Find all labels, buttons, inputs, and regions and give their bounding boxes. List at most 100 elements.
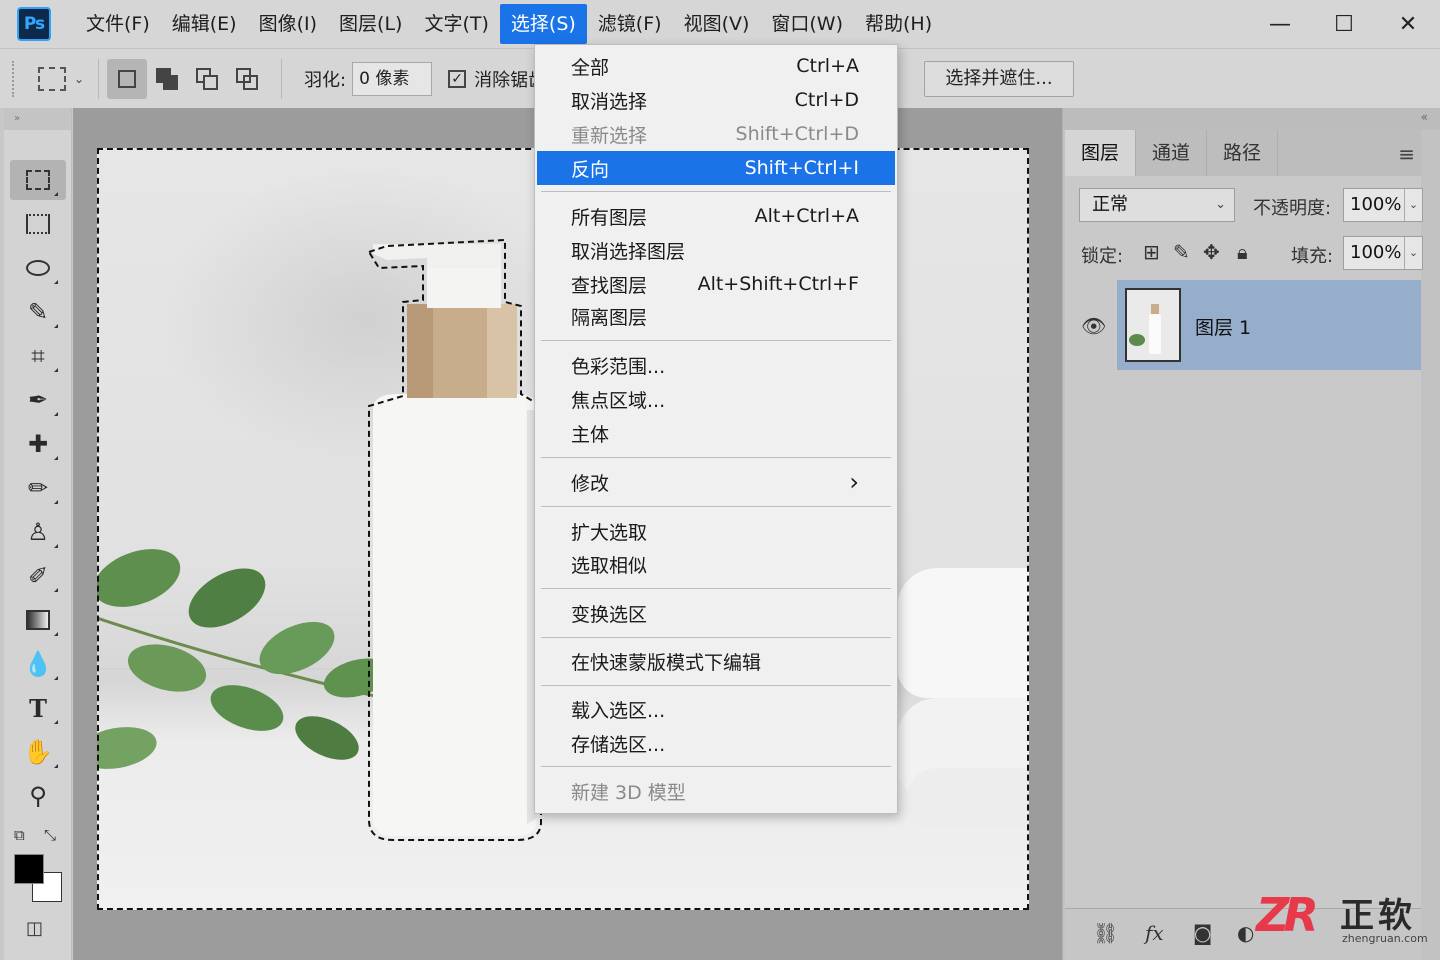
menu-grow[interactable]: 扩大选取 (537, 514, 895, 548)
history-brush-icon[interactable]: ✐ (10, 556, 66, 596)
chevron-down-icon[interactable]: ⌄ (74, 72, 84, 86)
panel-menu-icon[interactable]: ≡ (1398, 142, 1415, 166)
menu-image[interactable]: 图像(I) (248, 4, 328, 44)
brush-icon[interactable]: ✏ (10, 468, 66, 508)
menu-color-range[interactable]: 色彩范围... (537, 348, 895, 382)
quick-mask-icon[interactable]: ◫ (26, 918, 43, 939)
menu-file[interactable]: 文件(F) (75, 4, 161, 44)
default-colors-icon[interactable]: ⧉ (14, 826, 25, 844)
layer-name[interactable]: 图层 1 (1195, 313, 1251, 340)
menu-deselect[interactable]: 取消选择 Ctrl+D (537, 83, 895, 117)
menu-all[interactable]: 全部 Ctrl+A (537, 49, 895, 83)
lock-transparent-pixels-icon[interactable]: ⊞ (1143, 240, 1160, 264)
blend-mode-value: 正常 (1092, 194, 1128, 215)
divider (98, 58, 100, 99)
fill-value: 100% (1350, 242, 1402, 263)
menu-separator (541, 340, 891, 341)
swap-colors-icon[interactable]: ⤡ (44, 826, 56, 844)
menu-window[interactable]: 窗口(W) (760, 4, 854, 44)
menu-view[interactable]: 视图(V) (673, 4, 761, 44)
menu-transform-selection[interactable]: 变换选区 (537, 596, 895, 630)
gradient-icon[interactable] (10, 600, 66, 640)
healing-brush-icon[interactable]: ✚ (10, 424, 66, 464)
lock-image-pixels-icon[interactable]: ✎ (1173, 240, 1190, 264)
menu-edit[interactable]: 编辑(E) (161, 4, 248, 44)
menu-find-layers[interactable]: 查找图层 Alt+Shift+Ctrl+F (537, 267, 895, 301)
new-selection-button[interactable] (107, 58, 148, 99)
minimize-button[interactable]: — (1248, 0, 1312, 48)
menu-save-selection[interactable]: 存储选区... (537, 726, 895, 760)
divider (281, 58, 283, 99)
menu-similar[interactable]: 选取相似 (537, 547, 895, 581)
menu-filter[interactable]: 滤镜(F) (587, 4, 673, 44)
menu-select[interactable]: 选择(S) (499, 4, 587, 44)
layer-selected-background[interactable]: 图层 1 (1117, 280, 1421, 370)
artboard-icon[interactable] (10, 204, 66, 244)
crop-icon[interactable]: ⌗ (10, 336, 66, 376)
tools-panel: » ✎ ⌗ ✒ ✚ ✏ ♙ ✐ 💧 T ✋ ⚲ ⧉ ⤡ ◫ (4, 108, 72, 960)
menu-layer[interactable]: 图层(L) (328, 4, 413, 44)
fx-icon[interactable]: fx (1145, 921, 1164, 945)
watermark-name: 正软 (1340, 896, 1416, 936)
app-logo[interactable]: Ps (17, 7, 51, 41)
tab-paths[interactable]: 路径 (1207, 130, 1279, 176)
link-layers-icon[interactable]: ⛓︎ (1093, 921, 1118, 945)
menu-quick-mask[interactable]: 在快速蒙版模式下编辑 (537, 644, 895, 678)
adjustment-layer-icon[interactable]: ◐ (1237, 921, 1254, 945)
menu-inverse[interactable]: 反向 Shift+Ctrl+I (537, 151, 895, 185)
tab-channels[interactable]: 通道 (1136, 130, 1208, 176)
watermark-logo: ZR 正软 zhengruan.com (1256, 888, 1440, 948)
menu-deselect-layers[interactable]: 取消选择图层 (537, 233, 895, 267)
toolbar-collapse-icon[interactable]: » (4, 108, 71, 130)
add-mask-icon[interactable]: ◙ (1193, 921, 1212, 945)
watermark-zr: ZR (1256, 888, 1319, 942)
hand-icon[interactable]: ✋ (10, 732, 66, 772)
menu-focus-area[interactable]: 焦点区域... (537, 382, 895, 416)
menu-modify[interactable]: 修改 › (537, 465, 895, 499)
rectangular-marquee-icon[interactable] (10, 160, 66, 200)
feather-input[interactable]: 0 像素 (352, 61, 433, 96)
lock-all-icon[interactable]: 🔒︎ (1237, 240, 1248, 264)
subtract-from-selection-button[interactable] (187, 59, 227, 99)
select-and-mask-button[interactable]: 选择并遮住... (924, 61, 1074, 97)
maximize-button[interactable]: ☐ (1312, 0, 1376, 48)
quick-selection-icon[interactable]: ✎ (10, 292, 66, 332)
type-icon[interactable]: T (10, 688, 66, 728)
antialias-checkbox[interactable]: ✓ (448, 69, 467, 88)
chevron-right-icon: › (849, 468, 859, 496)
close-button[interactable]: ✕ (1376, 0, 1440, 48)
chevron-down-icon[interactable]: ⌄ (1404, 189, 1422, 221)
menu-load-selection[interactable]: 载入选区... (537, 692, 895, 726)
zoom-icon[interactable]: ⚲ (10, 776, 66, 816)
foreground-color-swatch[interactable] (14, 854, 44, 884)
options-grip[interactable] (12, 60, 16, 97)
menu-type[interactable]: 文字(T) (413, 4, 499, 44)
menu-all-layers[interactable]: 所有图层 Alt+Ctrl+A (537, 199, 895, 233)
menu-help[interactable]: 帮助(H) (854, 4, 943, 44)
intersect-selection-button[interactable] (227, 59, 267, 99)
collapse-icon[interactable]: « (1421, 110, 1428, 124)
lasso-icon[interactable] (10, 248, 66, 288)
eye-icon[interactable]: 👁︎ (1081, 314, 1106, 338)
chevron-down-icon[interactable]: ⌄ (1404, 237, 1422, 269)
clone-stamp-icon[interactable]: ♙ (10, 512, 66, 552)
lock-position-icon[interactable]: ✥ (1203, 240, 1220, 264)
opacity-input[interactable]: 100% ⌄ (1343, 188, 1423, 222)
panel-header: « (1063, 108, 1440, 130)
tool-preset-icon[interactable] (38, 66, 66, 91)
select-dropdown-menu: 全部 Ctrl+A 取消选择 Ctrl+D 重新选择 Shift+Ctrl+D 反向 S… (534, 44, 898, 814)
menu-separator (541, 457, 891, 458)
menu-separator (541, 766, 891, 767)
add-to-selection-button[interactable] (147, 59, 187, 99)
layer-row[interactable]: 👁︎ 图层 1 (1065, 280, 1421, 370)
add-selection-icon (156, 67, 179, 90)
eyedropper-icon[interactable]: ✒ (10, 380, 66, 420)
menu-subject[interactable]: 主体 (537, 416, 895, 450)
feather-label: 羽化: (304, 69, 347, 91)
blend-mode-select[interactable]: 正常 ⌄ (1079, 188, 1235, 222)
menu-isolate-layers[interactable]: 隔离图层 (537, 299, 895, 333)
tab-layers[interactable]: 图层 (1065, 130, 1137, 176)
menu-list: 文件(F) 编辑(E) 图像(I) 图层(L) 文字(T) 选择(S) 滤镜(F… (75, 4, 943, 44)
blur-icon[interactable]: 💧 (10, 644, 66, 684)
fill-input[interactable]: 100% ⌄ (1343, 236, 1423, 270)
